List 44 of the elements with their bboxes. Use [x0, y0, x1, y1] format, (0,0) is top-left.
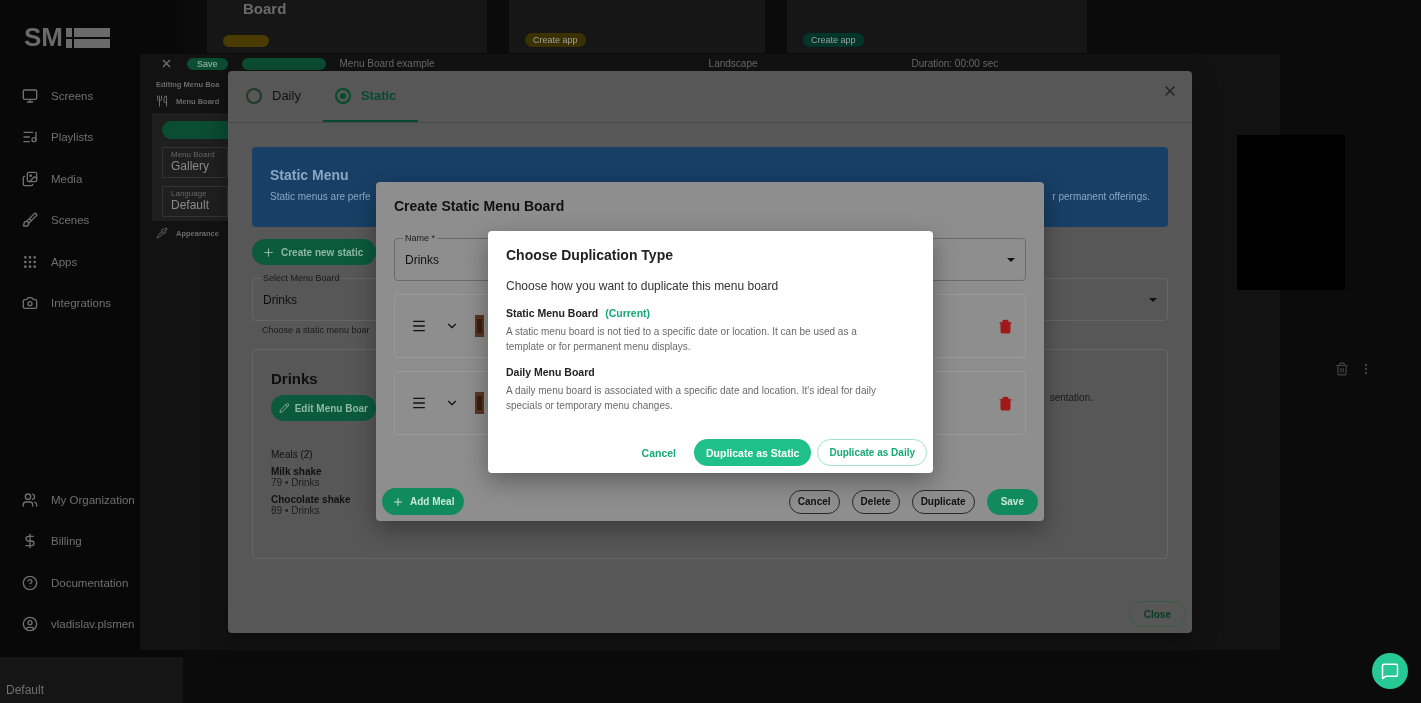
nav-item[interactable]: Documentation [0, 562, 129, 604]
nav-item[interactable]: My Organization [0, 479, 135, 521]
create-app-button[interactable]: Create app [803, 33, 864, 47]
save-button[interactable]: Save [187, 57, 228, 70]
meal-name: Chocolate shake [271, 494, 351, 505]
logo: SM [24, 22, 63, 53]
nav-item[interactable]: Screens [0, 75, 94, 117]
duration-label: Duration: 00:00 sec [911, 58, 999, 69]
card-title: Drinks [271, 370, 318, 387]
banner-title: Static Menu [270, 167, 349, 183]
option-title: Static Menu Board [506, 307, 599, 319]
nav-item[interactable]: Billing [0, 520, 82, 562]
orientation-label: Landscape [708, 58, 758, 69]
cancel-button[interactable]: Cancel [629, 439, 689, 466]
meals-heading: Meals (2) [271, 449, 313, 460]
tab[interactable]: Daily [234, 71, 323, 122]
nav-item[interactable]: Media [0, 158, 83, 200]
create-menu-button[interactable]: Create new static [252, 239, 376, 265]
meal-name: Milk shake [271, 466, 322, 477]
nav-item[interactable]: Integrations [0, 282, 112, 324]
save-button[interactable]: Save [986, 488, 1038, 515]
duplicate-static-button[interactable]: Duplicate as Static [694, 439, 812, 466]
create-app-button[interactable]: Create app [525, 33, 586, 47]
dialog-title: Choose Duplication Type [506, 247, 673, 263]
edit-button[interactable]: Edit Menu Boar [271, 395, 376, 421]
workspace-selector[interactable]: Default [0, 657, 183, 703]
nav-item[interactable]: vladislav.plsmen [0, 603, 135, 645]
settings-field[interactable]: Menu Board Gallery [162, 147, 228, 178]
option-description: A daily menu board is associated with a specific date and location. It's ideal for daily specials or temporary menu changes. [506, 384, 877, 413]
board-name: Menu Board example [339, 58, 435, 69]
card-title: Board [242, 0, 287, 17]
option-description: A static menu board is not tied to a specific date or location. It can be used as a template or for permanent menu displays. [506, 325, 858, 354]
nav-item[interactable]: Playlists [0, 116, 94, 158]
settings-field[interactable]: Language Default [162, 186, 228, 217]
nav-item[interactable]: Scenes [0, 199, 90, 241]
add-meal-button[interactable]: Add Meal [382, 488, 465, 515]
option-title: Daily Menu Board [506, 366, 595, 378]
card-note: sentation. [1049, 392, 1093, 403]
dialog-title: Create Static Menu Board [393, 197, 566, 214]
dialog-intro: Choose how you want to duplicate this menu board [506, 279, 779, 293]
nav-item[interactable]: Apps [0, 241, 78, 283]
banner-text: Static menus are perfe [270, 191, 371, 202]
banner-text: r permanent offerings. [1052, 191, 1150, 202]
current-label: (Current) [605, 307, 651, 319]
